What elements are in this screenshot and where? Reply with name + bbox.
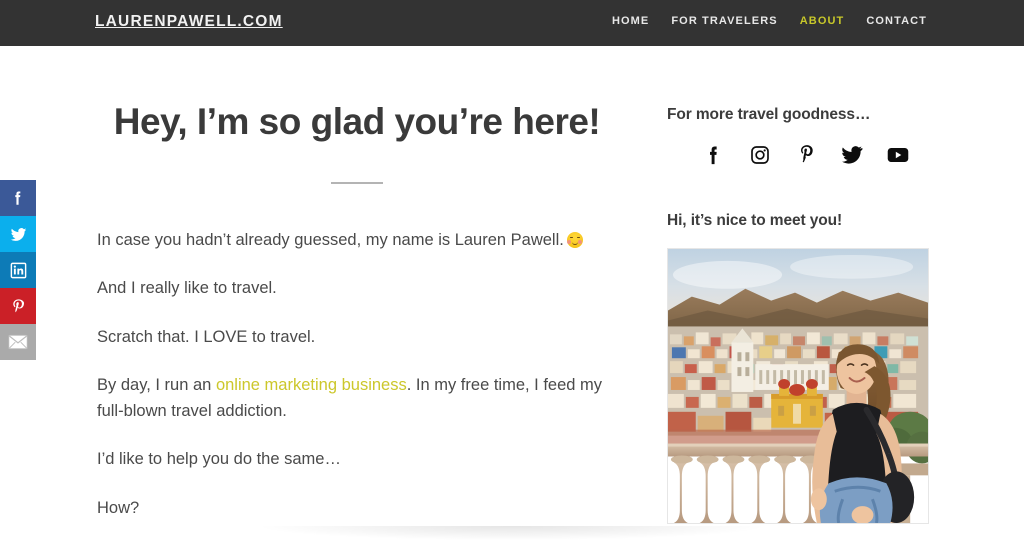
nav-item-home[interactable]: HOME	[612, 15, 649, 27]
bio-widget-title: Hi, it’s nice to meet you!	[667, 212, 843, 229]
facebook-icon	[9, 189, 27, 207]
email-icon	[8, 334, 28, 350]
nav-item-for-travelers[interactable]: FOR TRAVELERS	[671, 15, 777, 27]
sidebar-pinterest-link[interactable]	[795, 144, 817, 170]
nav-item-contact[interactable]: CONTACT	[866, 15, 927, 27]
page-body: Hey, I’m so glad you’re here! In case yo…	[0, 46, 1024, 540]
youtube-icon	[887, 147, 909, 168]
site-header: LAURENPAWELL.COM HOME FOR TRAVELERS ABOU…	[0, 0, 1024, 46]
pinterest-icon	[9, 297, 28, 316]
share-pinterest-button[interactable]	[0, 288, 36, 324]
body-copy: In case you hadn’t already guessed, my n…	[97, 228, 617, 522]
paragraph-travel-like: And I really like to travel.	[97, 279, 277, 298]
facebook-icon	[706, 145, 722, 170]
twitter-icon	[841, 145, 863, 169]
relieved-face-emoji	[566, 231, 583, 248]
main-content: Hey, I’m so glad you’re here! In case yo…	[97, 101, 617, 544]
bio-photo	[667, 248, 929, 524]
site-logo[interactable]: LAURENPAWELL.COM	[95, 13, 283, 31]
sidebar-twitter-link[interactable]	[841, 146, 863, 168]
sidebar-facebook-link[interactable]	[703, 145, 725, 170]
paragraph-travel-love: Scratch that. I LOVE to travel.	[97, 327, 316, 346]
sidebar-youtube-link[interactable]	[887, 146, 909, 168]
paragraph-help-same: I’d like to help you do the same…	[97, 450, 341, 469]
social-share-rail	[0, 180, 36, 360]
share-linkedin-button[interactable]	[0, 252, 36, 288]
online-marketing-business-link[interactable]: online marketing business	[216, 376, 407, 394]
sidebar-instagram-link[interactable]	[749, 145, 771, 170]
paragraph-how: How?	[97, 498, 140, 517]
linkedin-icon	[9, 261, 28, 280]
sidebar: For more travel goodness… Hi, it’s nice …	[667, 106, 929, 524]
share-email-button[interactable]	[0, 324, 36, 360]
social-widget-title: For more travel goodness…	[667, 106, 871, 123]
share-twitter-button[interactable]	[0, 216, 36, 252]
instagram-icon	[750, 145, 770, 170]
twitter-icon	[9, 225, 28, 244]
paragraph-intro: In case you hadn’t already guessed, my n…	[97, 228, 617, 254]
main-navigation: HOME FOR TRAVELERS ABOUT CONTACT	[612, 15, 927, 27]
nav-item-about[interactable]: ABOUT	[800, 15, 845, 27]
paragraph-business: By day, I run an online marketing busine…	[97, 373, 617, 424]
paragraph-business-prefix: By day, I run an	[97, 376, 216, 395]
share-facebook-button[interactable]	[0, 180, 36, 216]
pinterest-icon	[798, 144, 815, 170]
social-links-row	[667, 144, 929, 170]
paragraph-intro-text: In case you hadn’t already guessed, my n…	[97, 230, 564, 249]
page-title: Hey, I’m so glad you’re here!	[113, 101, 601, 142]
title-divider	[331, 181, 383, 184]
